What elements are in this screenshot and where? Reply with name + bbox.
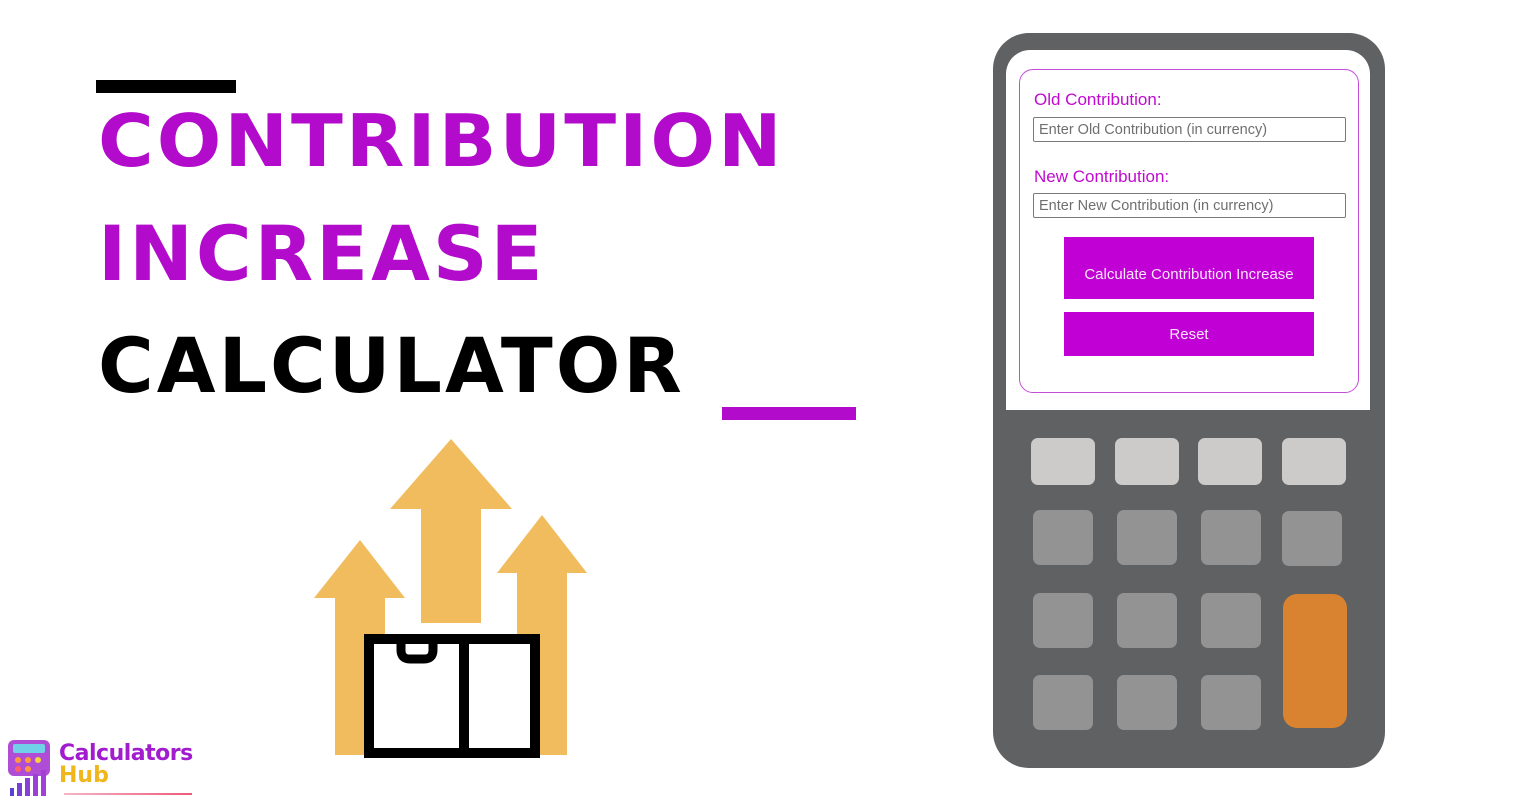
old-contribution-input[interactable] xyxy=(1033,117,1346,142)
calculator-key xyxy=(1282,511,1342,566)
calculator-logo-icon xyxy=(8,740,50,796)
arrows-up-box-icon xyxy=(314,439,587,758)
calculator-equals-key xyxy=(1283,594,1347,728)
calculator-key xyxy=(1201,675,1261,730)
reset-button[interactable]: Reset xyxy=(1064,312,1314,356)
calculator-key xyxy=(1282,438,1346,485)
calculator-key xyxy=(1115,438,1179,485)
new-contribution-label: New Contribution: xyxy=(1034,167,1170,186)
calculator-key xyxy=(1117,510,1177,565)
calculator-key xyxy=(1031,438,1095,485)
calculate-button[interactable]: Calculate Contribution Increase xyxy=(1064,237,1314,299)
center-arrow xyxy=(390,439,512,623)
box-icon xyxy=(364,634,540,758)
decorative-underline-bar xyxy=(722,407,856,420)
old-contribution-label: Old Contribution: xyxy=(1034,90,1162,109)
calculator-key xyxy=(1117,593,1177,648)
calculator-key xyxy=(1201,510,1261,565)
calculator-key xyxy=(1117,675,1177,730)
logo-underline xyxy=(64,793,192,795)
logo-text-hub: Hub xyxy=(59,763,109,788)
new-contribution-input[interactable] xyxy=(1033,193,1346,218)
contribution-form: Old Contribution: New Contribution: Calc… xyxy=(1019,69,1359,393)
decorative-top-bar xyxy=(96,80,236,93)
calculator-key xyxy=(1033,675,1093,730)
page-title-line-2: Increase xyxy=(98,209,546,298)
calculator-key xyxy=(1201,593,1261,648)
calculator-key xyxy=(1033,510,1093,565)
calculator-key xyxy=(1198,438,1262,485)
page-title-line-3: Calculator xyxy=(98,321,685,410)
calculator-key xyxy=(1033,593,1093,648)
page-title-line-1: Contribution xyxy=(98,98,785,183)
calculators-hub-logo[interactable]: Calculators Hub xyxy=(6,738,196,798)
